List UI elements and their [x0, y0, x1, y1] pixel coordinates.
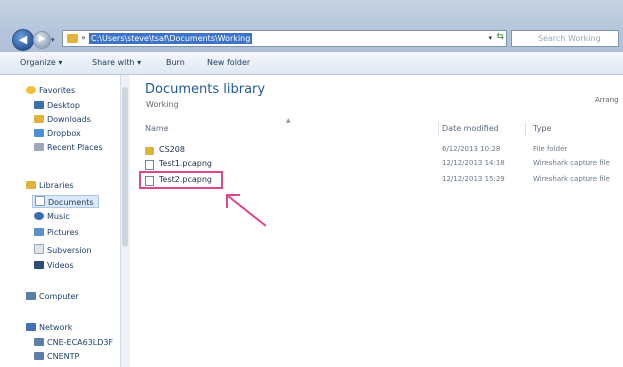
library-subtitle: Working — [146, 100, 179, 109]
file-date: 12/12/2013 15:29 — [442, 175, 505, 183]
subversion-icon — [34, 244, 44, 254]
highlight-box — [139, 171, 223, 189]
annotation-arrow-icon — [226, 194, 267, 227]
column-divider[interactable] — [438, 122, 439, 136]
sidebar-item-subversion[interactable]: Subversion — [34, 244, 92, 255]
column-header-date-modified[interactable]: Date modified — [442, 124, 499, 133]
sidebar-item-dropbox[interactable]: Dropbox — [34, 129, 81, 138]
sidebar-item-music[interactable]: Music — [34, 212, 70, 221]
command-bar: Organize ▾ Share with ▾ Burn New folder — [0, 52, 623, 75]
arrange-by-menu[interactable]: Arrang — [595, 96, 619, 104]
forward-button[interactable]: ▶ — [33, 31, 51, 49]
document-icon — [145, 160, 154, 170]
pictures-icon — [34, 228, 44, 236]
address-path[interactable]: C:\Users\steve\tsaf\Documents\Working — [89, 33, 253, 44]
sidebar-item-desktop[interactable]: Desktop — [34, 101, 80, 110]
sidebar-item-documents[interactable]: Documents — [32, 195, 99, 208]
file-list-pane — [130, 75, 623, 367]
sidebar-item-network[interactable]: Network — [26, 323, 72, 332]
star-icon — [26, 86, 36, 94]
column-header-type[interactable]: Type — [533, 124, 551, 133]
computer-icon — [26, 292, 36, 300]
address-field[interactable]: » C:\Users\steve\tsaf\Documents\Working … — [62, 30, 507, 47]
column-header-name[interactable]: Name — [145, 124, 169, 133]
back-button[interactable]: ◀ — [12, 29, 34, 51]
file-name: CS208 — [159, 145, 185, 154]
sidebar-item-computer[interactable]: Computer — [26, 292, 79, 301]
recent-pages-icon[interactable]: ▾ — [51, 36, 55, 44]
file-type: Wireshark capture file — [533, 159, 610, 167]
file-name: Test1.pcapng — [159, 159, 212, 168]
recent-places-icon — [34, 143, 44, 151]
file-date: 12/12/2013 14:18 — [442, 159, 505, 167]
dropbox-icon — [34, 129, 44, 137]
file-row[interactable]: CS208 6/12/2013 10:28 File folder — [145, 144, 615, 157]
folder-icon — [145, 147, 154, 155]
desktop-icon — [34, 101, 44, 109]
music-icon — [34, 212, 44, 220]
sidebar-item-videos[interactable]: Videos — [34, 261, 74, 270]
sort-arrow-icon: ▲ — [286, 117, 291, 124]
file-type: Wireshark capture file — [533, 175, 610, 183]
sidebar-item-network-host[interactable]: CNENTP — [34, 352, 79, 361]
sidebar-item-pictures[interactable]: Pictures — [34, 228, 79, 237]
refresh-icon[interactable]: ⇆ — [496, 32, 504, 42]
network-icon — [26, 323, 36, 331]
chevron-down-icon[interactable]: ▾ — [488, 34, 492, 42]
sidebar-item-favorites[interactable]: Favorites — [26, 86, 75, 95]
libraries-icon — [26, 181, 36, 189]
folder-icon — [67, 34, 78, 43]
search-input[interactable]: Search Working — [511, 30, 619, 47]
sidebar-item-network-host[interactable]: CNE-ECA63LD3F — [34, 338, 113, 347]
share-with-menu[interactable]: Share with ▾ — [92, 58, 141, 67]
videos-icon — [34, 261, 44, 269]
computer-icon — [34, 352, 44, 360]
file-date: 6/12/2013 10:28 — [442, 145, 501, 153]
file-row[interactable]: Test1.pcapng 12/12/2013 14:18 Wireshark … — [145, 158, 615, 171]
sidebar-item-downloads[interactable]: Downloads — [34, 115, 91, 124]
organize-menu[interactable]: Organize ▾ — [20, 58, 62, 67]
column-divider[interactable] — [525, 122, 526, 136]
navigation-scrollbar[interactable] — [120, 75, 130, 367]
breadcrumb-chevron-icon: » — [81, 33, 86, 42]
documents-icon — [35, 196, 45, 206]
scrollbar-thumb[interactable] — [122, 87, 128, 247]
sidebar-item-recent-places[interactable]: Recent Places — [34, 143, 103, 152]
sidebar-item-libraries[interactable]: Libraries — [26, 181, 74, 190]
computer-icon — [34, 338, 44, 346]
file-type: File folder — [533, 145, 568, 153]
new-folder-button[interactable]: New folder — [207, 58, 250, 67]
library-title: Documents library — [145, 82, 266, 97]
downloads-icon — [34, 115, 44, 123]
burn-button[interactable]: Burn — [166, 58, 185, 67]
